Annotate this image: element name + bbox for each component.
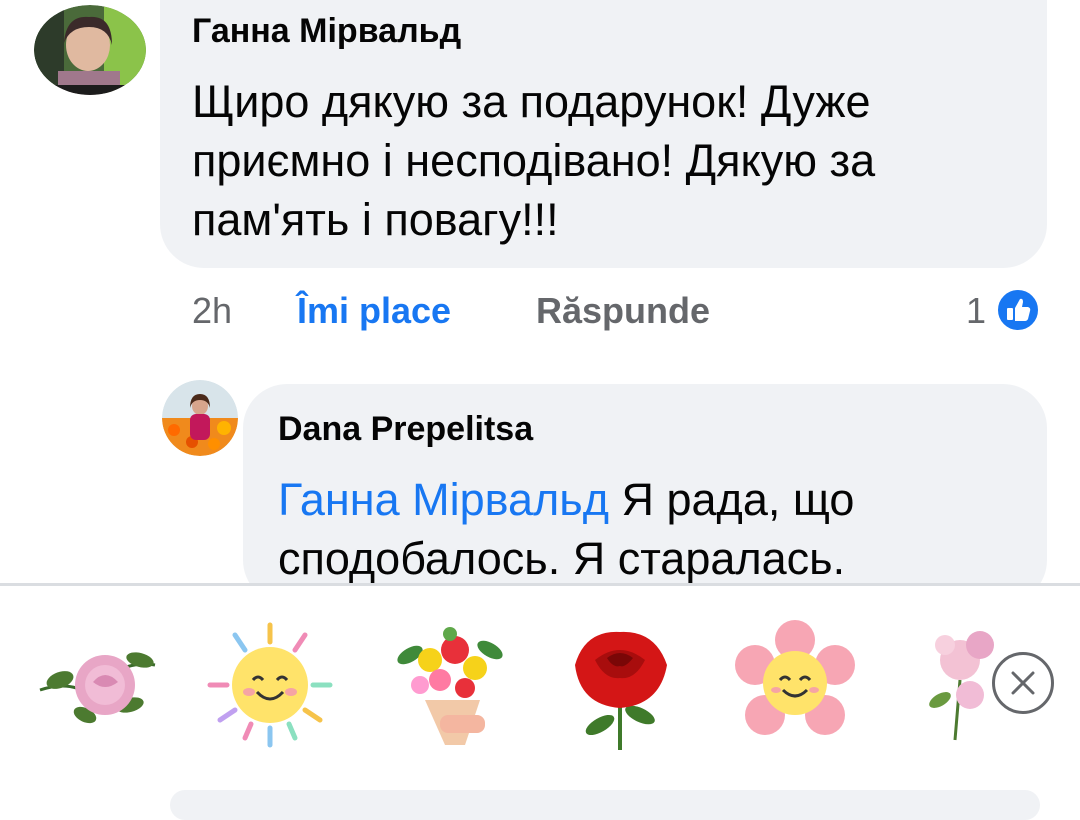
comment-author[interactable]: Ганна Мірвальд [192,12,461,51]
reply-author[interactable]: Dana Prepelitsa [278,410,533,449]
bouquet-sticker[interactable] [385,620,515,750]
comment-text: Щиро дякую за подарунок! Дуже приємно і … [192,76,876,245]
reply-avatar[interactable] [162,380,238,456]
red-rose-sticker[interactable] [555,620,685,750]
like-button[interactable]: Îmi place [297,290,451,332]
reply-mention[interactable]: Ганна Мірвальд [278,474,609,525]
flower-smile-sticker[interactable] [730,620,860,750]
avatar[interactable] [34,5,146,95]
comment-time[interactable]: 2h [192,290,232,332]
rose-sticker[interactable] [30,620,160,750]
reply-text: Ганна Мірвальд Я рада, що сподобалось. Я… [278,470,1018,588]
comment-input-field[interactable] [170,790,1040,820]
sun-sticker[interactable] [205,620,335,750]
like-reaction-icon [996,288,1040,337]
close-icon [995,655,1051,716]
reaction-count-number: 1 [966,290,987,331]
reply-button[interactable]: Răspunde [536,290,710,332]
close-sticker-tray-button[interactable] [992,652,1054,714]
